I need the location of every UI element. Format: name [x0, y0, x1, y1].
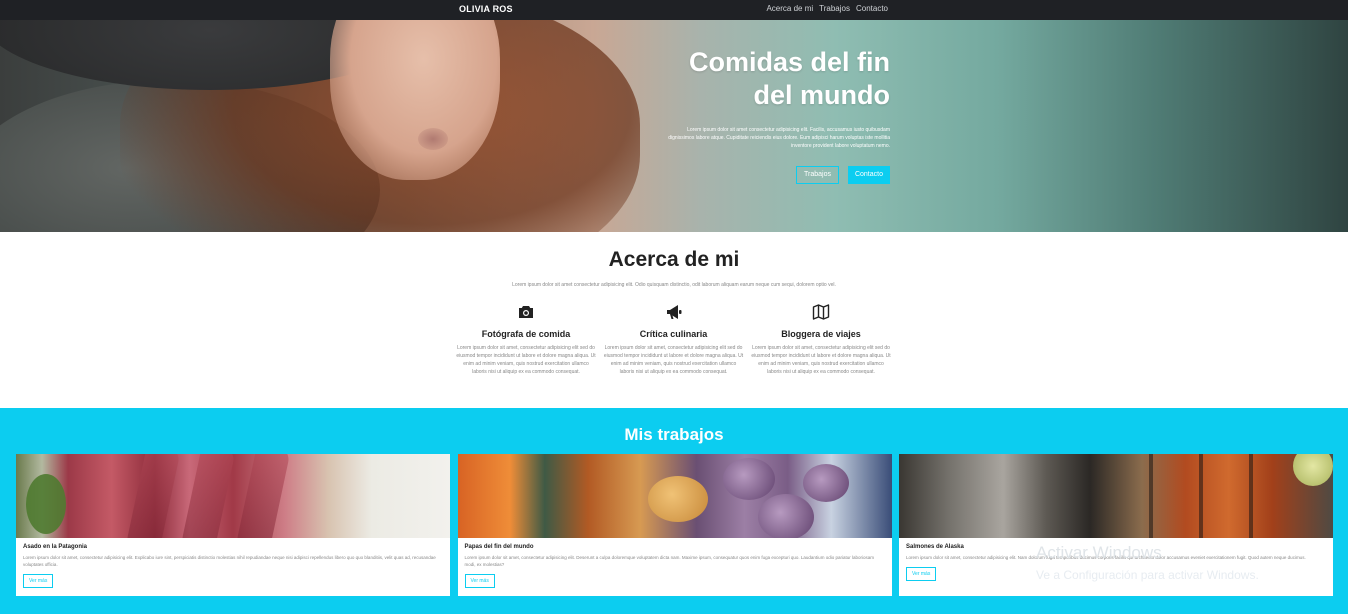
feature-text: Lorem ipsum dolor sit amet, consectetur …: [751, 345, 891, 375]
works-button[interactable]: Trabajos: [795, 166, 839, 184]
hero-image-lips: [418, 128, 448, 150]
feature-text: Lorem ipsum dolor sit amet, consectetur …: [603, 345, 744, 375]
watermark-subtitle: Ve a Configuración para activar Windows.: [1036, 568, 1259, 582]
works-section: Mis trabajos Asado en la Patagonia Lorem…: [0, 408, 1348, 614]
card-image-salmon: [899, 454, 1333, 538]
card-text: Lorem ipsum dolor sit amet, consectetur …: [23, 555, 436, 567]
feature-food-photographer: Fotógrafa de comida Lorem ipsum dolor si…: [456, 302, 596, 376]
about-section: Acerca de mi Lorem ipsum dolor sit amet …: [0, 232, 1348, 408]
about-title: Acerca de mi: [608, 248, 740, 271]
hero-title: Comidas del fin del mundo: [630, 46, 890, 112]
watermark-title: Activar Windows: [1036, 543, 1162, 562]
card-image-potatoes: [457, 454, 892, 538]
nav-link-about[interactable]: Acerca de mi: [766, 4, 813, 13]
nav-links: Acerca de mi Trabajos Contacto: [766, 4, 888, 13]
nav-link-contact[interactable]: Contacto: [856, 4, 888, 13]
see-more-button[interactable]: Ver más: [464, 574, 495, 588]
work-card: Asado en la Patagonia Lorem ipsum dolor …: [16, 454, 450, 596]
feature-title: Crítica culinaria: [639, 329, 708, 339]
card-image-tuna: [16, 454, 450, 538]
hero-buttons: Trabajos Contacto: [795, 166, 890, 184]
see-more-button[interactable]: Ver más: [23, 574, 54, 588]
feature-travel-blogger: Bloggera de viajes Lorem ipsum dolor sit…: [751, 302, 891, 376]
hero-section: Comidas del fin del mundo Lorem ipsum do…: [0, 20, 1348, 232]
navbar: OLIVIA ROS Acerca de mi Trabajos Contact…: [0, 0, 1348, 20]
card-title: Papas del fin del mundo: [464, 544, 534, 550]
hero-description: Lorem ipsum dolor sit amet consectetur a…: [668, 127, 890, 149]
megaphone-icon: [604, 302, 744, 322]
map-icon: [751, 302, 891, 322]
features-list: Fotógrafa de comida Lorem ipsum dolor si…: [456, 302, 891, 376]
works-title: Mis trabajos: [624, 425, 724, 444]
hero-title-line1: Comidas del fin: [688, 47, 890, 77]
hero-title-line2: del mundo: [753, 80, 891, 110]
feature-food-critic: Crítica culinaria Lorem ipsum dolor sit …: [604, 302, 744, 376]
see-more-button[interactable]: Ver más: [906, 567, 937, 581]
camera-icon: [456, 302, 596, 322]
feature-title: Bloggera de viajes: [781, 329, 861, 339]
work-card: Papas del fin del mundo Lorem ipsum dolo…: [457, 454, 892, 596]
about-lead: Lorem ipsum dolor sit amet consectetur a…: [512, 282, 836, 288]
feature-title: Fotógrafa de comida: [481, 329, 571, 339]
brand-logo[interactable]: OLIVIA ROS: [459, 4, 513, 14]
card-text: Lorem ipsum dolor sit amet, consectetur …: [464, 555, 874, 567]
card-title: Asado en la Patagonia: [23, 544, 88, 550]
windows-activation-watermark: Activar Windows Ve a Configuración para …: [1036, 543, 1259, 582]
nav-link-works[interactable]: Trabajos: [819, 4, 850, 13]
contact-button[interactable]: Contacto: [847, 166, 890, 184]
feature-text: Lorem ipsum dolor sit amet, consectetur …: [456, 345, 596, 375]
